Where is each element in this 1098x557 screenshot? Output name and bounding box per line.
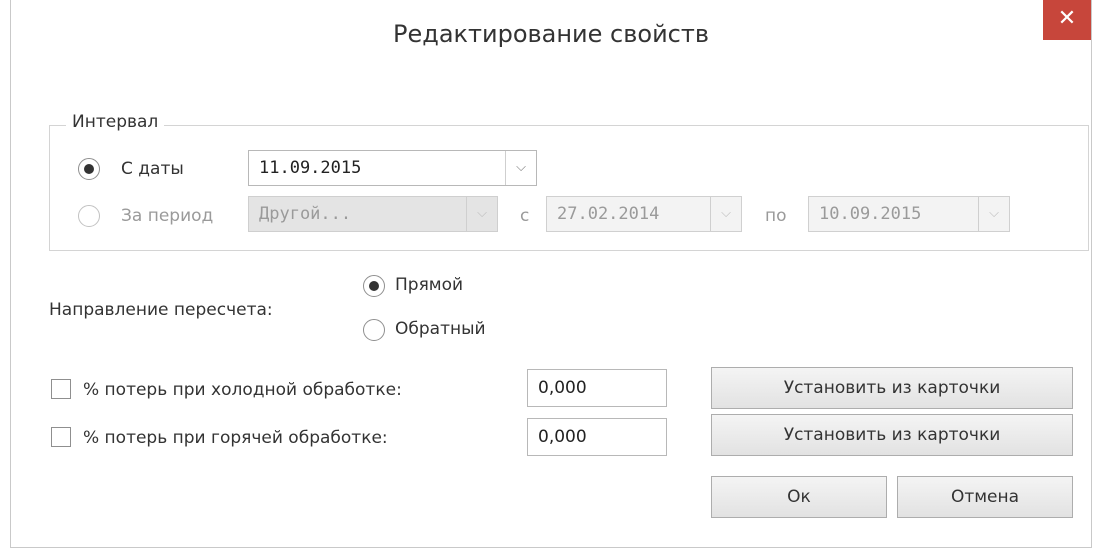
period-to-value: 10.09.2015: [819, 204, 922, 224]
period-to-combo[interactable]: 10.09.2015 ⌵: [808, 196, 1010, 232]
direction-forward-label: Прямой: [395, 275, 464, 295]
direction-reverse-radio[interactable]: [363, 319, 385, 341]
hot-loss-input[interactable]: 0,000: [527, 418, 667, 456]
period-to-label: по: [765, 206, 787, 226]
interval-group: Интервал С даты 11.09.2015 ⌵ За период Д…: [49, 112, 1089, 251]
direction-forward-radio[interactable]: [363, 275, 385, 297]
chevron-down-icon[interactable]: ⌵: [505, 151, 536, 185]
from-date-value: 11.09.2015: [259, 158, 362, 178]
hot-loss-checkbox[interactable]: [51, 427, 71, 447]
hot-loss-label: % потерь при горячей обработке:: [83, 428, 388, 448]
from-date-label: С даты: [121, 159, 184, 179]
cold-loss-input[interactable]: 0,000: [527, 369, 667, 407]
close-button[interactable]: ✕: [1043, 0, 1091, 40]
chevron-down-icon[interactable]: ⌵: [978, 197, 1009, 231]
from-date-radio[interactable]: [78, 158, 100, 180]
cancel-button[interactable]: Отмена: [897, 476, 1073, 518]
cold-loss-checkbox[interactable]: [51, 379, 71, 399]
period-from-combo[interactable]: 27.02.2014 ⌵: [546, 196, 742, 232]
period-preset-combo[interactable]: Другой... ⌵: [248, 196, 498, 232]
hot-loss-set-from-card-button[interactable]: Установить из карточки: [711, 414, 1073, 456]
period-from-label: с: [520, 206, 530, 226]
direction-reverse-label: Обратный: [395, 319, 486, 339]
edit-properties-dialog: Редактирование свойств ✕ Интервал С даты…: [10, 0, 1092, 548]
from-date-combo[interactable]: 11.09.2015 ⌵: [248, 150, 537, 186]
period-radio[interactable]: [78, 205, 100, 227]
period-label: За период: [121, 206, 214, 226]
interval-legend: Интервал: [66, 112, 165, 132]
period-preset-value: Другой...: [259, 204, 352, 224]
period-from-value: 27.02.2014: [557, 204, 660, 224]
dialog-title: Редактирование свойств: [392, 20, 709, 48]
cold-loss-set-from-card-button[interactable]: Установить из карточки: [711, 367, 1073, 409]
direction-label: Направление пересчета:: [49, 300, 273, 320]
cold-loss-label: % потерь при холодной обработке:: [83, 380, 402, 400]
ok-button[interactable]: Ок: [711, 476, 887, 518]
chevron-down-icon[interactable]: ⌵: [466, 197, 497, 231]
close-icon: ✕: [1057, 6, 1077, 31]
chevron-down-icon[interactable]: ⌵: [710, 197, 741, 231]
